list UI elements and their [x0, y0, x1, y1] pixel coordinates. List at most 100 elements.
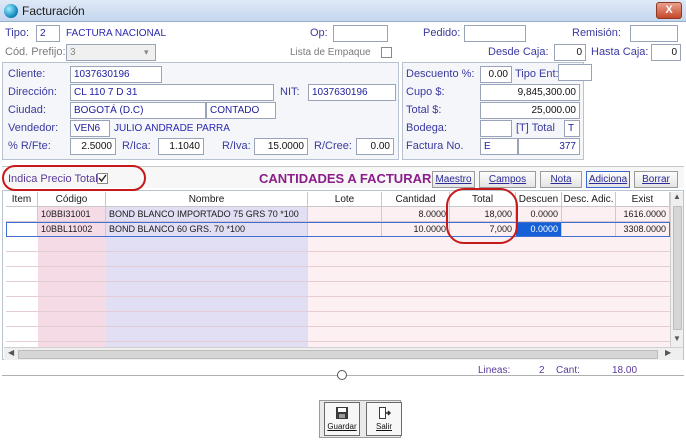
- close-button[interactable]: X: [656, 2, 682, 19]
- remision-label: Remisión:: [572, 27, 621, 39]
- col-item[interactable]: Item: [6, 192, 38, 207]
- annotation-oval-total: [446, 188, 518, 244]
- ciudad-label: Ciudad:: [8, 104, 46, 116]
- nota-button[interactable]: Nota: [540, 171, 582, 188]
- cell-cantidad[interactable]: 10.0000: [382, 222, 450, 237]
- col-descuento[interactable]: Descuen: [516, 192, 562, 207]
- cell-desc-adic[interactable]: [562, 207, 616, 222]
- prefijo-label: Cód. Prefijo:: [5, 46, 66, 58]
- factura-number-field[interactable]: 377: [518, 138, 580, 155]
- cell-codigo[interactable]: 10BBI31001: [38, 207, 106, 222]
- campos-button[interactable]: Campos: [479, 171, 536, 188]
- riva-label: R/Iva:: [222, 140, 251, 152]
- pedido-field[interactable]: [464, 25, 526, 42]
- rica-field[interactable]: 1.1040: [158, 138, 204, 155]
- direccion-field[interactable]: CL 110 7 D 31: [70, 84, 274, 101]
- col-codigo[interactable]: Código: [38, 192, 106, 207]
- t-total-label: [T] Total: [516, 122, 555, 134]
- nit-field[interactable]: 1037630196: [308, 84, 396, 101]
- hasta-caja-field[interactable]: 0: [651, 44, 681, 61]
- bodega-field[interactable]: [480, 120, 512, 137]
- remision-field[interactable]: [630, 25, 678, 42]
- app-icon: [4, 4, 18, 18]
- vendedor-label: Vendedor:: [8, 122, 59, 134]
- nit-label: NIT:: [280, 86, 300, 98]
- cell-nombre[interactable]: BOND BLANCO 60 GRS. 70 *100: [106, 222, 308, 237]
- lista-empaque-label: Lista de Empaque: [290, 47, 371, 58]
- cell-nombre[interactable]: BOND BLANCO IMPORTADO 75 GRS 70 *100: [106, 207, 308, 222]
- desde-caja-label: Desde Caja:: [488, 46, 549, 58]
- cliente-label: Cliente:: [8, 68, 46, 80]
- splitter-handle[interactable]: [337, 370, 347, 380]
- op-field[interactable]: [333, 25, 388, 42]
- horizontal-scroll-thumb[interactable]: [18, 350, 658, 359]
- vendedor-code-field[interactable]: VEN6: [70, 120, 110, 137]
- scroll-right-icon[interactable]: ▶: [665, 348, 671, 357]
- tipo-description: FACTURA NACIONAL: [66, 28, 167, 39]
- vertical-scroll-thumb[interactable]: [673, 206, 682, 330]
- chevron-down-icon[interactable]: ▾: [144, 47, 149, 58]
- horizontal-scrollbar[interactable]: ◀ ▶: [4, 347, 683, 360]
- bodega-label: Bodega:: [406, 122, 447, 134]
- lista-empaque-checkbox[interactable]: [381, 47, 392, 58]
- col-desc-adic[interactable]: Desc. Adic.: [562, 192, 616, 207]
- vertical-scrollbar[interactable]: ▲ ▼: [670, 192, 683, 347]
- col-cantidad[interactable]: Cantidad: [382, 192, 450, 207]
- scroll-left-icon[interactable]: ◀: [8, 348, 14, 357]
- cell-item[interactable]: [6, 207, 38, 222]
- descuento-field[interactable]: 0.00: [480, 66, 512, 83]
- guardar-label: Guardar: [327, 422, 357, 431]
- riva-field[interactable]: 15.0000: [254, 138, 308, 155]
- exit-door-icon: [379, 407, 391, 419]
- guardar-button[interactable]: Guardar: [324, 402, 360, 436]
- factura-label: Factura No.: [406, 140, 464, 152]
- tipo-ent-field[interactable]: [558, 64, 592, 81]
- cell-item[interactable]: [6, 222, 38, 237]
- rica-label: R/Ica:: [122, 140, 151, 152]
- title-bar: Facturación X: [0, 0, 686, 22]
- cupo-field[interactable]: 9,845,300.00: [480, 84, 580, 101]
- col-exist[interactable]: Exist: [616, 192, 670, 207]
- direccion-label: Dirección:: [8, 86, 57, 98]
- cell-descuento-active[interactable]: 0.0000: [516, 222, 562, 237]
- annotation-oval-indica: [2, 165, 146, 191]
- cell-descuento[interactable]: 0.0000: [516, 207, 562, 222]
- rfte-field[interactable]: 2.5000: [70, 138, 116, 155]
- cell-codigo[interactable]: 10BBL11002: [38, 222, 106, 237]
- ciudad-field[interactable]: BOGOTÁ (D.C): [70, 102, 206, 119]
- desde-caja-field[interactable]: 0: [554, 44, 586, 61]
- cell-desc-adic[interactable]: [562, 222, 616, 237]
- rfte-label: % R/Fte:: [8, 140, 51, 152]
- table-row[interactable]: 10BBI31001 BOND BLANCO IMPORTADO 75 GRS …: [6, 207, 670, 222]
- cupo-label: Cupo $:: [406, 86, 445, 98]
- col-lote[interactable]: Lote: [308, 192, 382, 207]
- salir-label: Salir: [375, 422, 392, 431]
- tipo-label: Tipo:: [5, 27, 30, 39]
- tipo-field[interactable]: 2: [36, 25, 60, 42]
- col-nombre[interactable]: Nombre: [106, 192, 308, 207]
- table-row-selected[interactable]: 10BBL11002 BOND BLANCO 60 GRS. 70 *100 1…: [6, 222, 670, 237]
- descuento-label: Descuento %:: [406, 68, 475, 80]
- cliente-field[interactable]: 1037630196: [70, 66, 162, 83]
- cell-cantidad[interactable]: 8.0000: [382, 207, 450, 222]
- cell-exist[interactable]: 3308.0000: [616, 222, 670, 237]
- cell-lote[interactable]: [308, 207, 382, 222]
- total-field[interactable]: 25,000.00: [480, 102, 580, 119]
- scroll-up-icon[interactable]: ▲: [673, 192, 681, 201]
- cell-exist[interactable]: 1616.0000: [616, 207, 670, 222]
- salir-button[interactable]: Salir: [366, 402, 402, 436]
- adiciona-button[interactable]: Adiciona: [586, 171, 630, 188]
- vendedor-name: JULIO ANDRADE PARRA: [114, 123, 230, 134]
- cell-lote[interactable]: [308, 222, 382, 237]
- scroll-down-icon[interactable]: ▼: [673, 334, 681, 343]
- maestro-button[interactable]: Maestro: [432, 171, 475, 188]
- t-total-field[interactable]: T: [564, 120, 580, 137]
- save-icon: [336, 407, 348, 419]
- items-title: CANTIDADES A FACTURAR: [259, 171, 432, 186]
- contado-field[interactable]: CONTADO: [206, 102, 276, 119]
- borrar-button[interactable]: Borrar: [634, 171, 678, 188]
- factura-prefix-field[interactable]: E: [480, 138, 518, 155]
- prefijo-select[interactable]: 3: [66, 44, 156, 61]
- rcree-field[interactable]: 0.00: [356, 138, 394, 155]
- rcree-label: R/Cree:: [314, 140, 352, 152]
